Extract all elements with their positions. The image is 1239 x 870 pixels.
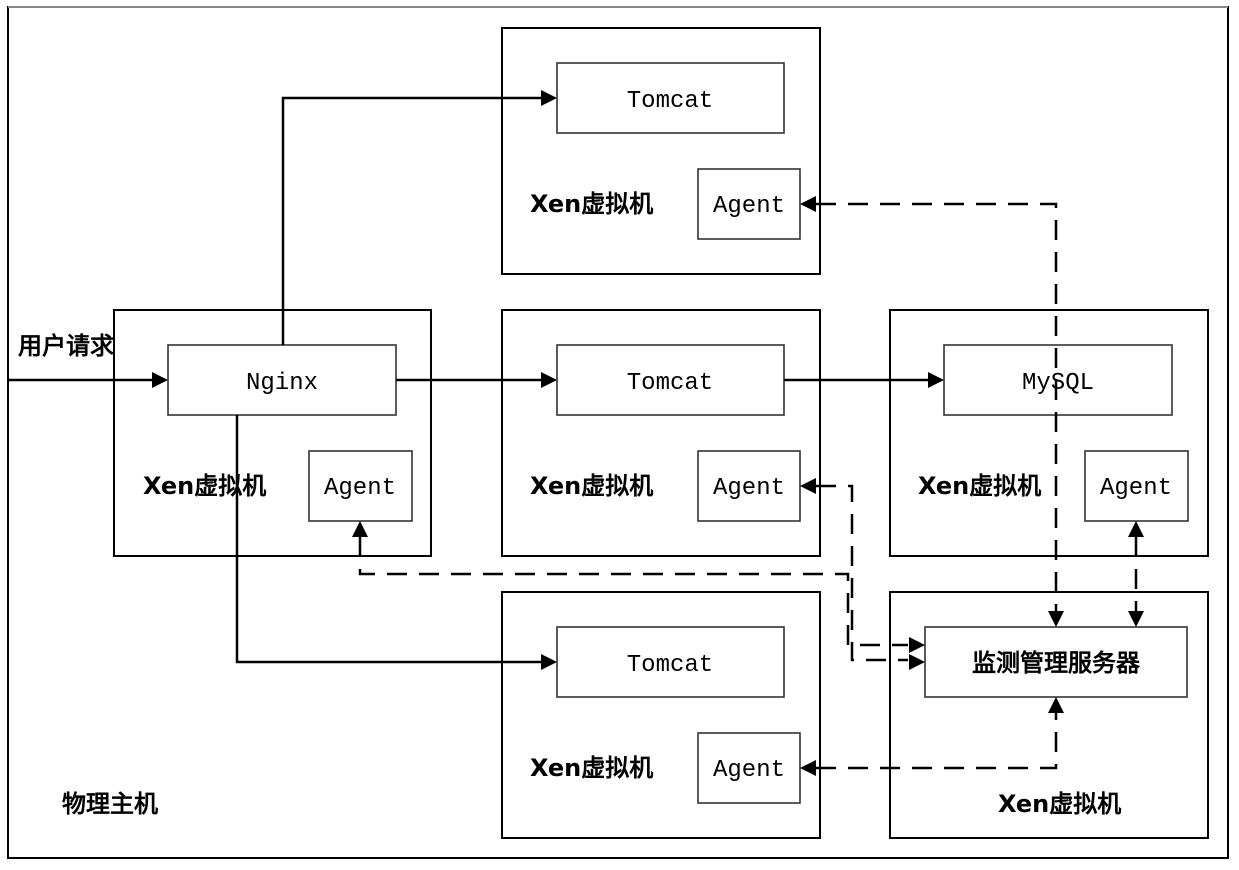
service-label: Nginx	[246, 370, 318, 397]
physical-host-label: 物理主机	[62, 790, 158, 818]
vm-label: Xen虚拟机	[530, 754, 653, 782]
vm-label: Xen虚拟机	[143, 472, 266, 500]
service-label: Tomcat	[627, 652, 713, 679]
vm-label: Xen虚拟机	[530, 472, 653, 500]
vm-tomcat-bottom: Tomcat Agent Xen虚拟机	[501, 591, 821, 839]
architecture-diagram: Tomcat Agent Xen虚拟机 Nginx Agent Xen虚拟机 T…	[7, 6, 1229, 859]
agent-label: Agent	[713, 475, 785, 502]
vm-tomcat-mid: Tomcat Agent Xen虚拟机	[501, 309, 821, 557]
service-label: Tomcat	[627, 370, 713, 397]
vm-monitor: 监测管理服务器 Xen虚拟机	[889, 591, 1209, 839]
vm-label: Xen虚拟机	[918, 472, 1041, 500]
vm-tomcat-top: Tomcat Agent Xen虚拟机	[501, 27, 821, 275]
service-label: MySQL	[1022, 370, 1094, 397]
user-request-label: 用户请求	[18, 332, 114, 360]
agent-label: Agent	[324, 475, 396, 502]
vm-label: Xen虚拟机	[530, 190, 653, 218]
vm-nginx: Nginx Agent Xen虚拟机	[113, 309, 432, 557]
vm-label: Xen虚拟机	[998, 790, 1121, 818]
vm-mysql: MySQL Agent Xen虚拟机	[889, 309, 1209, 557]
agent-label: Agent	[713, 193, 785, 220]
agent-label: Agent	[713, 757, 785, 784]
service-label: Tomcat	[627, 88, 713, 115]
service-label: 监测管理服务器	[972, 649, 1141, 677]
agent-label: Agent	[1100, 475, 1172, 502]
